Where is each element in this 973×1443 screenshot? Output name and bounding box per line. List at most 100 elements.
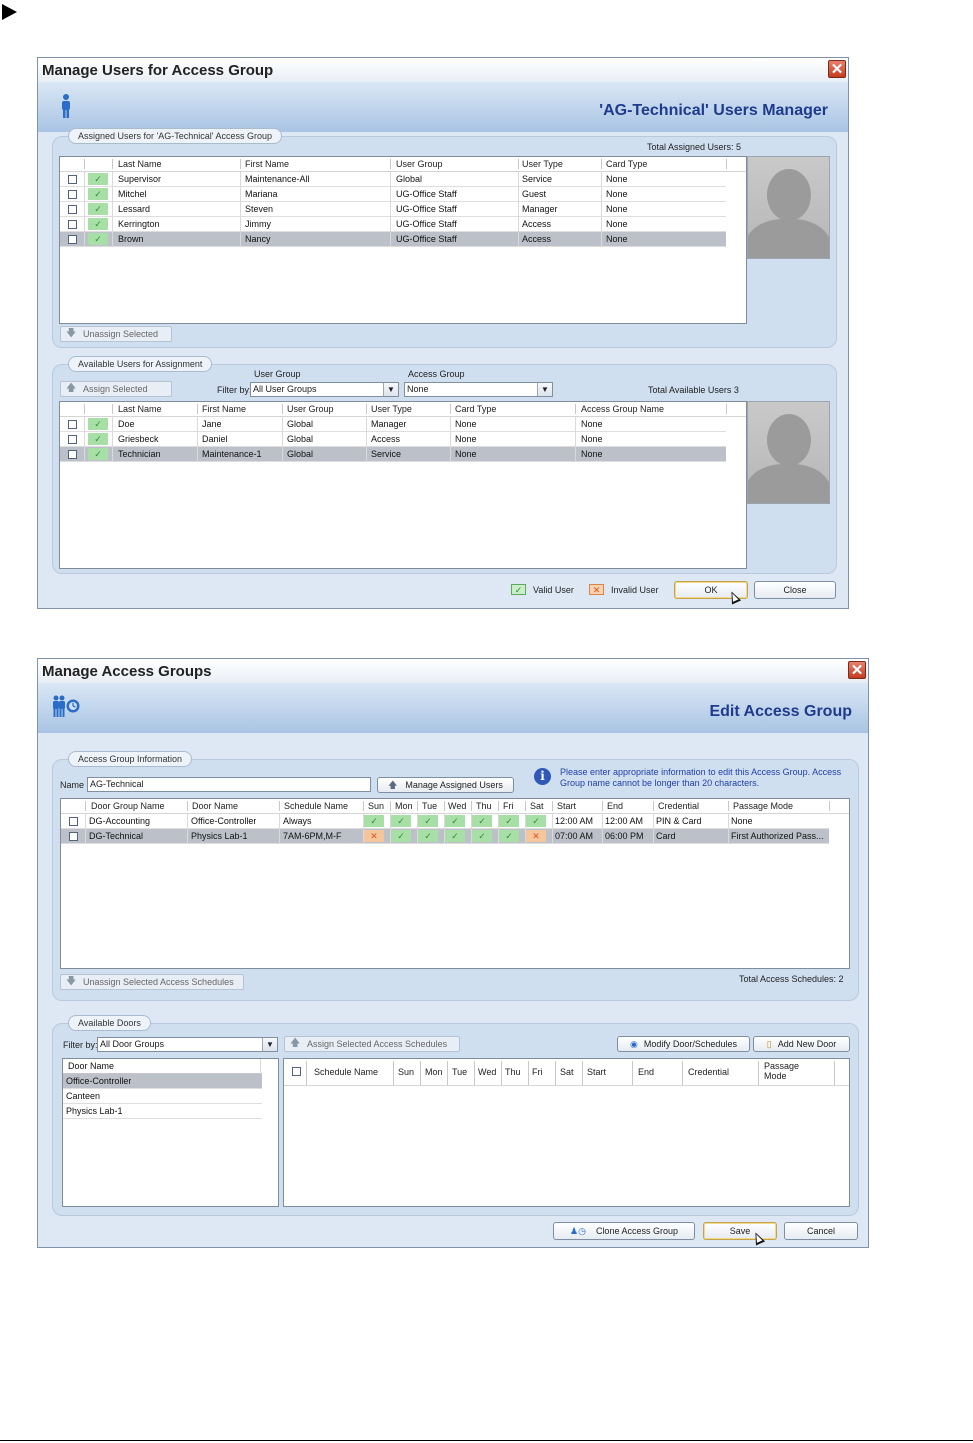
col-thu: Thu [476,801,492,811]
access-group-value: None [407,384,429,394]
row-checkbox[interactable] [69,832,78,841]
name-label: Name [60,780,85,790]
clone-access-group-label: Clone Access Group [595,1226,678,1236]
dialog-title: Manage Users for Access Group [42,62,274,79]
available-users-grid[interactable]: Last Name First Name User Group User Typ… [59,401,747,569]
unassign-selected-schedules-button[interactable]: 🡇 Unassign Selected Access Schedules [60,974,244,990]
access-group-icon: ♟◷ [570,1226,586,1236]
assign-selected-schedules-button[interactable]: 🡅 Assign Selected Access Schedules [284,1036,460,1052]
bullet-arrow [2,4,17,20]
cell-type: Access [522,219,552,229]
invalid-user-label: Invalid User [611,585,659,595]
day-allowed-icon-tue: ✓ [418,830,438,842]
row-checkbox[interactable] [68,205,77,214]
filter-by-label: Filter by: [63,1040,98,1050]
chevron-down-icon[interactable]: ▼ [537,383,552,396]
chevron-down-icon[interactable]: ▼ [262,1038,277,1051]
access-group-icon [53,695,80,717]
assign-selected-button[interactable]: 🡅 Assign Selected [60,381,172,397]
user-photo-placeholder [747,156,830,259]
table-row[interactable]: DG-Technical Physics Lab-1 7AM-6PM,M-F ✕ ✓ ✓ ✓… [61,829,829,844]
filter-by-label: Filter by: [217,385,252,395]
door-schedules-grid[interactable]: Schedule Name Sun Mon Tue Wed Thu Fri Sa… [283,1058,850,1207]
row-checkbox[interactable] [68,235,77,244]
col-user-type: User Type [371,404,412,414]
close-icon[interactable]: ✕ [828,60,846,78]
unassign-selected-button[interactable]: 🡇 Unassign Selected [60,326,172,342]
col-thu: Thu [505,1067,521,1077]
access-group-select[interactable]: None ▼ [404,382,553,397]
list-item[interactable]: Canteen [63,1089,262,1104]
col-door-name: Door Name [68,1061,115,1071]
table-row[interactable]: ✓ Supervisor Maintenance-All Global Service N… [60,172,726,187]
table-row[interactable]: ✓ Brown Nancy UG-Office Staff Access None [60,232,726,247]
cell-sched: Always [283,816,312,826]
valid-user-icon: ✓ [88,233,108,245]
col-fri: Fri [503,801,514,811]
table-row[interactable]: ✓ Griesbeck Daniel Global Access None None [60,432,726,447]
row-checkbox[interactable] [68,190,77,199]
cell-card: None [606,189,628,199]
col-user-type: User Type [522,159,563,169]
cell-card: None [606,219,628,229]
row-checkbox[interactable] [68,220,77,229]
table-row[interactable]: ✓ Doe Jane Global Manager None None [60,417,726,432]
cell-type: Service [371,449,402,459]
modify-door-schedules-button[interactable]: ◉ Modify Door/Schedules [617,1036,750,1052]
table-row[interactable]: ✓ Technician Maintenance-1 Global Service Non… [60,447,726,462]
table-row[interactable]: DG-Accounting Office-Controller Always ✓ ✓ ✓ ✓… [61,814,829,829]
row-checkbox[interactable] [68,175,77,184]
cell-last: Doe [118,419,135,429]
table-row[interactable]: ✓ Kerrington Jimmy UG-Office Staff Access Non… [60,217,726,232]
day-denied-icon-sat: ✕ [526,830,546,842]
banner: Edit Access Group [38,683,868,733]
row-checkbox[interactable] [68,420,77,429]
add-new-door-button[interactable]: ▯ Add New Door [753,1036,850,1052]
row-checkbox[interactable] [69,817,78,826]
select-all-checkbox[interactable] [292,1067,301,1076]
cancel-button[interactable]: Cancel [784,1222,858,1240]
close-icon[interactable]: ✕ [848,661,866,679]
col-door-name: Door Name [192,801,239,811]
valid-user-icon: ✓ [88,203,108,215]
access-group-name-input[interactable]: AG-Technical [87,777,371,792]
assigned-users-grid[interactable]: Last Name First Name User Group User Typ… [59,156,747,324]
table-row[interactable]: ✓ Mitchel Mariana UG-Office Staff Guest None [60,187,726,202]
day-denied-icon-sun: ✕ [364,830,384,842]
table-row[interactable]: ✓ Lessard Steven UG-Office Staff Manager None [60,202,726,217]
modify-door-label: Modify Door/Schedules [643,1039,737,1049]
col-start: Start [587,1067,607,1077]
col-door-group-name: Door Group Name [91,801,165,811]
available-doors-legend: Available Doors [68,1015,151,1031]
info-hint: Please enter appropriate information to … [560,767,842,788]
col-sat: Sat [560,1067,574,1077]
cell-sched: 7AM-6PM,M-F [283,831,342,841]
banner-title: Edit Access Group [709,703,852,720]
row-checkbox[interactable] [68,435,77,444]
user-group-select[interactable]: All User Groups ▼ [250,382,399,397]
manage-assigned-users-button[interactable]: 🡅 Manage Assigned Users [377,777,514,793]
cell-card: None [606,204,628,214]
col-tue: Tue [422,801,438,811]
clone-access-group-button[interactable]: ♟◷ Clone Access Group [553,1222,695,1240]
list-item[interactable]: Physics Lab-1 [63,1104,262,1119]
cell-end: 12:00 AM [605,816,644,826]
invalid-user-icon: ✕ [589,584,604,595]
row-checkbox[interactable] [68,450,77,459]
door-icon: ▯ [766,1039,772,1049]
list-item[interactable]: Office-Controller [63,1074,262,1089]
chevron-down-icon[interactable]: ▼ [383,383,398,396]
user-icon [62,94,70,118]
cell-last: Mitchel [118,189,147,199]
close-button[interactable]: Close [754,581,836,599]
cell-mode: First Authorized Pass... [731,831,824,841]
cell-group: Global [396,174,423,184]
col-last-name: Last Name [118,159,162,169]
door-group-value: All Door Groups [100,1039,165,1049]
access-schedules-grid[interactable]: Door Group Name Door Name Schedule Name … [60,798,850,969]
door-group-select[interactable]: All Door Groups ▼ [97,1037,278,1052]
save-button[interactable]: Save [703,1222,777,1240]
door-list[interactable]: Door Name Office-Controller Canteen Physic… [62,1058,279,1207]
cell-ag: None [581,449,603,459]
cell-door: Office-Controller [191,816,257,826]
